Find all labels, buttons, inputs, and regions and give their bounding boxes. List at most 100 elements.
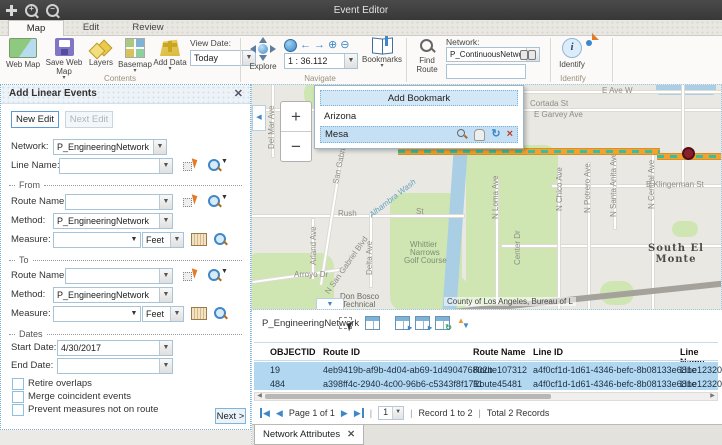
add-data-button[interactable]: Add Data ▾ xyxy=(152,38,188,71)
select-on-map-icon[interactable] xyxy=(183,269,196,282)
tab-edit[interactable]: Edit xyxy=(66,20,116,35)
map-label: N Potrero Ave xyxy=(584,163,592,213)
column-header-objectid[interactable]: OBJECTID xyxy=(270,347,316,357)
horizontal-scrollbar[interactable]: ◀ ▶ xyxy=(254,392,718,401)
measure-ruler-icon[interactable] xyxy=(191,307,207,320)
select-on-map-icon[interactable] xyxy=(183,159,196,172)
explore-button[interactable]: Explore xyxy=(246,38,280,71)
end-date-select[interactable]: ▼ xyxy=(57,358,173,374)
network-select[interactable]: P_EngineeringNetwork ▼ xyxy=(53,139,167,155)
page-number-select[interactable]: 1 ▼ xyxy=(378,406,404,420)
add-bookmark-button[interactable]: Add Bookmark xyxy=(320,90,518,106)
bookmark-refresh-icon[interactable]: ↻ xyxy=(491,129,500,140)
scroll-left-icon[interactable]: ◀ xyxy=(255,393,264,400)
zoom-out-icon[interactable]: ⊖ xyxy=(340,40,349,51)
web-map-button[interactable]: Web Map xyxy=(5,38,41,69)
measure-label: Measure: xyxy=(11,234,51,245)
attribute-grid-icon[interactable] xyxy=(365,316,380,330)
zoom-to-icon[interactable] xyxy=(213,306,227,320)
zoom-to-icon[interactable] xyxy=(213,232,227,246)
select-on-map-icon[interactable] xyxy=(183,195,196,208)
tab-review[interactable]: Review xyxy=(120,20,176,35)
prevent-measures-row: Prevent measures not on route xyxy=(1,404,250,416)
merge-coincident-checkbox[interactable] xyxy=(12,391,24,403)
cell-line-id: a4f0cf1d-1d61-4346-befc-8b08133e681e xyxy=(533,365,697,375)
full-extent-icon[interactable] xyxy=(284,39,297,52)
zoom-in-button[interactable]: + xyxy=(281,102,311,132)
next-edit-button[interactable]: Next Edit xyxy=(65,111,113,128)
chevron-down-icon: ▼ xyxy=(221,158,228,165)
previous-page-icon[interactable]: ◀ xyxy=(276,408,283,418)
basemap-button[interactable]: Basemap ▾ xyxy=(118,38,152,73)
measure-ruler-icon[interactable] xyxy=(191,233,207,246)
scale-select[interactable]: 1 : 36.112 ▼ xyxy=(284,53,358,69)
zoom-in-icon[interactable]: ⊕ xyxy=(328,40,337,51)
ribbon-tab-bar: Map Edit Review xyxy=(0,20,722,36)
new-edit-button[interactable]: New Edit xyxy=(11,111,59,128)
bookmark-pan-icon[interactable] xyxy=(474,129,485,141)
export-all-icon[interactable]: ▸ xyxy=(415,316,430,330)
find-route-input[interactable] xyxy=(446,64,526,79)
bookmark-item-arizona[interactable]: Arizona xyxy=(320,109,518,124)
cell-route-name: Route107312 xyxy=(473,365,527,375)
attribute-table-area: P_EngineeringNetwork ▸ ▸ ↻ ▲▼ OBJECTID R… xyxy=(251,310,722,444)
add-linear-events-panel: Add Linear Events ✕ New Edit Next Edit N… xyxy=(0,84,251,430)
bookmark-item-mesa[interactable]: Mesa ↻ × xyxy=(320,126,518,143)
tab-network-attributes[interactable]: Network Attributes ✕ xyxy=(254,425,364,445)
next-extent-icon[interactable]: → xyxy=(314,40,325,51)
chevron-down-icon: ▼ xyxy=(392,407,403,419)
zoom-out-button[interactable]: − xyxy=(281,132,311,161)
export-selected-icon[interactable]: ▸ xyxy=(395,316,410,330)
from-measure-input[interactable]: ▼ xyxy=(53,232,141,248)
map-label: Del Mar Ave xyxy=(268,106,276,149)
start-date-select[interactable]: 4/30/2017 ▼ xyxy=(57,340,173,356)
pan-icon[interactable] xyxy=(6,5,17,16)
to-measure-input[interactable]: ▼ xyxy=(53,306,141,322)
close-tab-icon[interactable]: ✕ xyxy=(347,429,355,440)
zoom-to-control[interactable]: ▼ xyxy=(207,158,228,175)
to-method-select[interactable]: P_EngineeringNetwork ▼ xyxy=(53,287,173,303)
web-map-icon xyxy=(9,38,37,58)
zoom-to-control[interactable]: ▼ xyxy=(207,268,228,285)
group-label-navigate: Navigate xyxy=(280,74,360,83)
collapse-panel-arrow[interactable]: ◀ xyxy=(252,105,266,131)
last-page-icon[interactable]: ▶ xyxy=(354,408,364,418)
from-method-select[interactable]: P_EngineeringNetwork ▼ xyxy=(53,213,173,229)
zoom-out-icon[interactable]: − xyxy=(46,4,59,17)
scrollbar-thumb[interactable] xyxy=(265,394,551,399)
column-header-route-name[interactable]: Route Name xyxy=(473,347,526,357)
from-unit-select[interactable]: Feet ▼ xyxy=(142,232,184,248)
map-view[interactable]: E Ave WCortada StE Garvey AveE Klingerma… xyxy=(251,84,722,310)
find-route-button[interactable]: Find Route xyxy=(410,38,444,74)
next-button[interactable]: Next > xyxy=(215,408,246,424)
bookmark-remove-icon[interactable]: × xyxy=(507,129,513,140)
zoom-in-icon[interactable]: + xyxy=(25,4,38,17)
bookmark-zoom-icon[interactable] xyxy=(457,129,468,140)
line-name-combobox[interactable]: ▼ xyxy=(59,158,173,174)
column-header-line-id[interactable]: Line ID xyxy=(533,347,563,357)
collapse-table-arrow[interactable]: ▼ xyxy=(316,298,344,310)
bookmarks-popup: Add Bookmark Arizona Mesa ↻ × xyxy=(314,85,524,149)
next-page-icon[interactable]: ▶ xyxy=(341,408,348,418)
bookmarks-button[interactable]: Bookmarks ▾ xyxy=(362,38,402,68)
scroll-right-icon[interactable]: ▶ xyxy=(708,393,717,400)
to-route-name-combobox[interactable]: ▼ xyxy=(65,268,173,284)
first-page-icon[interactable]: ◀ xyxy=(260,408,270,418)
identify-button[interactable]: i Identify xyxy=(556,38,588,69)
column-header-route-id[interactable]: Route ID xyxy=(323,347,360,357)
close-icon[interactable]: ✕ xyxy=(234,85,243,103)
title-bar: + − Event Editor xyxy=(0,0,722,20)
from-route-name-combobox[interactable]: ▼ xyxy=(65,194,173,210)
layers-button[interactable]: Layers xyxy=(86,38,116,67)
refresh-table-icon[interactable]: ↻ xyxy=(435,316,450,330)
retire-overlaps-checkbox[interactable] xyxy=(12,378,24,390)
tab-map[interactable]: Map xyxy=(8,20,64,36)
to-unit-select[interactable]: Feet ▼ xyxy=(142,306,184,322)
sort-icon[interactable]: ▲▼ xyxy=(455,316,470,330)
zoom-to-control[interactable]: ▼ xyxy=(207,194,228,211)
select-records-icon[interactable] xyxy=(338,316,353,330)
prevent-measures-checkbox[interactable] xyxy=(12,404,24,416)
previous-extent-icon[interactable]: ← xyxy=(300,40,311,51)
start-date-row: Start Date: 4/30/2017 ▼ xyxy=(1,340,250,356)
chevron-down-icon: ▼ xyxy=(159,214,172,228)
